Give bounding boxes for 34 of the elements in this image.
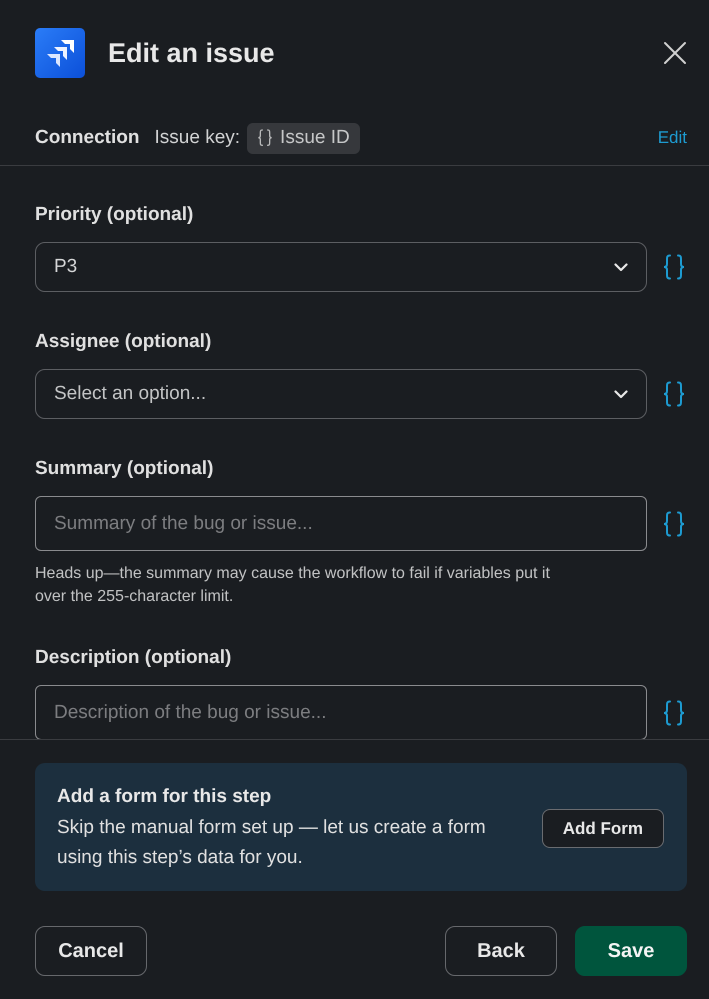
text-input[interactable]: Summary of the bug or issue...: [35, 496, 647, 551]
issue-key-label: Issue key:: [154, 127, 240, 149]
add-form-button[interactable]: Add Form: [542, 809, 664, 848]
insert-variable-button[interactable]: [662, 254, 686, 280]
variable-name: Issue ID: [280, 127, 350, 149]
logo-icon: [35, 28, 85, 78]
close-icon: [663, 41, 687, 65]
braces-icon: [662, 254, 686, 280]
edit-link[interactable]: Edit: [658, 128, 687, 148]
panel-title: Add a form for this step: [57, 785, 272, 809]
secondary-button[interactable]: Cancel: [35, 926, 147, 976]
secondary-button[interactable]: Back: [445, 926, 557, 976]
insert-variable-button[interactable]: [662, 700, 686, 726]
field-label: Assignee (optional): [35, 330, 212, 354]
chevron-down-icon: [614, 262, 628, 272]
primary-button[interactable]: Save: [575, 926, 687, 976]
text-input[interactable]: Description of the bug or issue...: [35, 685, 647, 739]
close-button[interactable]: [663, 41, 687, 65]
insert-variable-button[interactable]: [662, 510, 686, 536]
field-label: Description (optional): [35, 646, 232, 670]
braces-icon: [662, 510, 686, 536]
chevron-down-icon: [614, 390, 628, 398]
dropdown-select[interactable]: Select an option...: [35, 369, 647, 419]
braces-icon: [662, 700, 686, 726]
braces-icon: [257, 129, 274, 147]
connection-label: Connection: [35, 127, 140, 149]
panel-text: Skip the manual form set up — let us create a form using this step’s data for you.: [57, 816, 487, 870]
field-label: Priority (optional): [35, 203, 194, 227]
dropdown-select[interactable]: P3: [35, 242, 647, 292]
field-label: Summary (optional): [35, 457, 214, 481]
dialog-title: Edit an issue: [108, 38, 275, 68]
insert-variable-button[interactable]: [662, 381, 686, 407]
help-text: Heads up—the summary may cause the workflow to fail if variables put it over the 255-character limit.: [35, 564, 551, 607]
braces-icon: [662, 381, 686, 407]
